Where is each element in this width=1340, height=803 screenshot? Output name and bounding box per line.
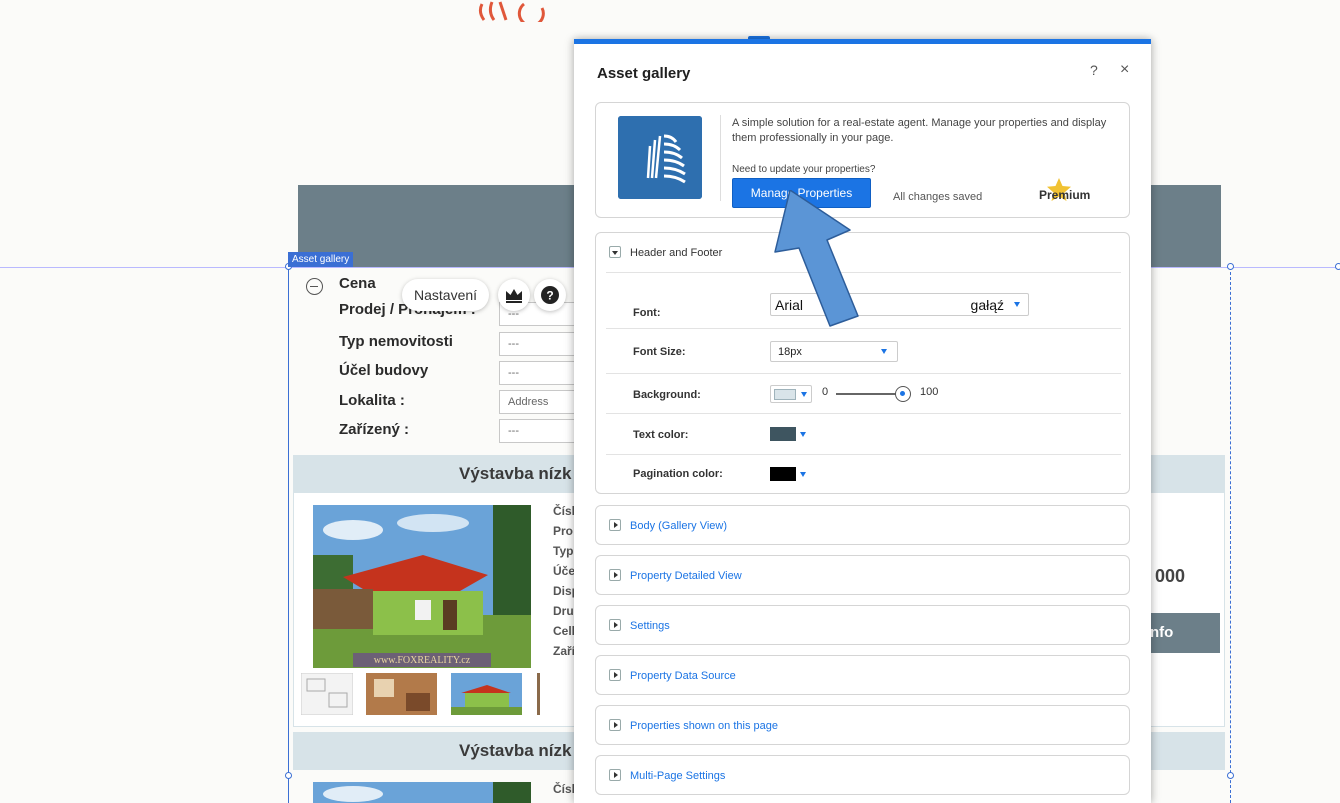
section-title: Settings <box>630 620 670 632</box>
premium-badge[interactable]: Premium <box>1039 188 1090 202</box>
filter-select-furnished[interactable]: --- <box>499 419 579 443</box>
detail-label: Dru <box>553 604 574 618</box>
annotation-arrow-icon <box>774 190 859 327</box>
svg-text:?: ? <box>546 289 553 303</box>
dropdown-arrow-icon <box>800 432 806 437</box>
detail-label: Pro <box>553 524 574 538</box>
detail-label: Čísl <box>553 504 576 518</box>
filter-label-location: Lokalita : <box>339 392 405 409</box>
save-status: All changes saved <box>893 191 983 203</box>
background-label: Background: <box>633 389 701 401</box>
crown-icon <box>506 289 522 303</box>
opacity-max: 100 <box>920 386 939 398</box>
thumbnail-interior[interactable] <box>366 673 437 715</box>
filter-input-location[interactable]: Address <box>499 390 579 414</box>
dropdown-arrow-icon <box>800 472 806 477</box>
font-label: Font: <box>633 307 661 319</box>
settings-pill-button[interactable]: Nastavení <box>402 279 490 311</box>
property-photo[interactable] <box>313 782 531 803</box>
font-size-dropdown[interactable]: 18px <box>770 341 898 362</box>
opacity-min: 0 <box>822 386 829 398</box>
listing-title[interactable]: Výstavba nízk <box>459 741 571 761</box>
text-color-picker[interactable] <box>770 425 812 443</box>
section-title: Property Data Source <box>630 670 736 682</box>
section-settings[interactable]: Settings <box>595 605 1130 645</box>
thumbnail-partial[interactable] <box>537 673 540 715</box>
detail-label: Cell <box>553 624 576 638</box>
caret-right-icon <box>609 519 621 531</box>
caret-right-icon <box>609 619 621 631</box>
detail-label: Úče <box>553 564 576 578</box>
section-multi-page-settings[interactable]: Multi-Page Settings <box>595 755 1130 795</box>
selection-tag[interactable]: Asset gallery <box>288 252 354 267</box>
selection-border-right <box>1230 267 1231 803</box>
section-properties-shown[interactable]: Properties shown on this page <box>595 705 1130 745</box>
caret-right-icon <box>609 569 621 581</box>
section-title: Multi-Page Settings <box>630 770 726 782</box>
app-logo-icon <box>618 116 702 199</box>
opacity-slider-handle[interactable] <box>895 386 911 402</box>
asset-gallery-dialog: Asset gallery ? × A simple solution for … <box>574 39 1151 803</box>
color-swatch <box>770 427 796 441</box>
section-title: Body (Gallery View) <box>630 520 727 532</box>
caret-down-icon <box>609 246 621 258</box>
resize-handle[interactable] <box>285 772 292 779</box>
detail-label: Zaří <box>553 644 576 658</box>
help-icon: ? <box>541 286 559 304</box>
background-color-picker[interactable] <box>770 385 812 403</box>
section-title: Property Detailed View <box>630 570 742 582</box>
upgrade-button[interactable] <box>498 279 530 311</box>
font-size-value: 18px <box>778 346 802 358</box>
app-card-divider <box>720 115 721 201</box>
filter-label-price: Cena <box>339 275 376 292</box>
font-preview: gałąź <box>970 297 1004 313</box>
app-description: A simple solution for a real-estate agen… <box>732 117 1107 144</box>
caret-right-icon <box>609 669 621 681</box>
caret-right-icon <box>609 719 621 731</box>
dropdown-arrow-icon <box>801 392 807 397</box>
pagination-color-picker[interactable] <box>770 465 812 483</box>
text-color-label: Text color: <box>633 429 689 441</box>
font-size-label: Font Size: <box>633 346 686 358</box>
color-swatch <box>770 467 796 481</box>
listing-title[interactable]: Výstavba nízk <box>459 464 571 484</box>
divider <box>606 373 1121 374</box>
caret-right-icon <box>609 769 621 781</box>
resize-handle[interactable] <box>1227 263 1234 270</box>
divider <box>606 454 1121 455</box>
section-title: Properties shown on this page <box>630 720 778 732</box>
divider <box>606 413 1121 414</box>
section-property-data-source[interactable]: Property Data Source <box>595 655 1130 695</box>
section-body-gallery-view[interactable]: Body (Gallery View) <box>595 505 1130 545</box>
filter-label-furnished: Zařízený : <box>339 421 410 438</box>
filter-select-building-purpose[interactable]: --- <box>499 361 579 385</box>
update-prompt: Need to update your properties? <box>732 164 876 175</box>
detail-label: Typ <box>553 544 574 558</box>
thumbnail-exterior[interactable] <box>451 673 522 715</box>
help-icon[interactable]: ? <box>1090 62 1098 78</box>
dialog-title: Asset gallery <box>597 65 691 82</box>
collapse-icon[interactable] <box>306 278 323 295</box>
help-button[interactable]: ? <box>534 279 566 311</box>
filter-select-property-type[interactable]: --- <box>499 332 579 356</box>
site-logo <box>478 1 545 22</box>
property-photo[interactable]: www.FOXREALITY.cz <box>313 505 531 668</box>
close-icon[interactable]: × <box>1120 61 1129 79</box>
detail-label: Čísl <box>553 782 576 796</box>
filter-label-building-purpose: Účel budovy <box>339 362 429 379</box>
selection-border-left <box>288 267 289 803</box>
dropdown-arrow-icon <box>1014 302 1020 307</box>
color-swatch <box>774 389 796 400</box>
pagination-color-label: Pagination color: <box>633 468 723 480</box>
filter-label-property-type: Typ nemovitosti <box>339 333 453 350</box>
section-header-footer-toggle[interactable]: Header and Footer <box>609 246 722 259</box>
thumbnail-floorplan[interactable] <box>301 673 353 715</box>
section-property-detailed-view[interactable]: Property Detailed View <box>595 555 1130 595</box>
dropdown-arrow-icon <box>881 349 887 354</box>
section-title: Header and Footer <box>630 247 723 259</box>
resize-handle[interactable] <box>1335 263 1340 270</box>
photo-watermark: www.FOXREALITY.cz <box>374 655 471 666</box>
resize-handle[interactable] <box>1227 772 1234 779</box>
